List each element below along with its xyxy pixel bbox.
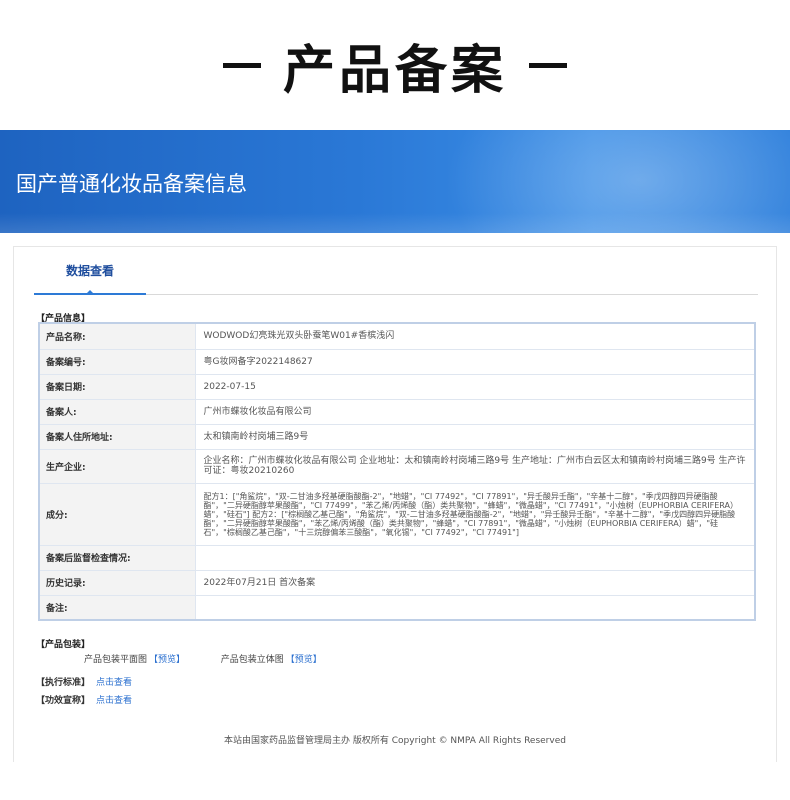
table-row: 历史记录: 2022年07月21日 首次备案	[38, 569, 756, 596]
row-value	[194, 594, 756, 621]
table-row: 备案人住所地址: 太和镇南岭村岗埔三路9号	[38, 423, 756, 450]
row-label: 备案人住所地址:	[38, 423, 196, 450]
row-value: WODWOD幻亮珠光双头卧蚕笔W01#香槟浅闪	[194, 322, 756, 350]
table-row: 生产企业: 企业名称：广州市蝶妆化妆品有限公司 企业地址：太和镇南岭村岗埔三路9…	[38, 448, 756, 484]
row-label: 备案日期:	[38, 373, 196, 400]
tab-bar: 数据查看	[34, 247, 758, 295]
row-value: 配方1：["角鲨烷"，"双-二甘油多羟基硬脂酸酯-2"，"地蜡"，"CI 774…	[194, 482, 756, 546]
header-dash-right	[529, 62, 567, 68]
table-row: 备注:	[38, 594, 756, 621]
tab-data-view[interactable]: 数据查看	[34, 247, 146, 295]
packaging-label: 【产品包装】	[36, 640, 91, 650]
row-value: 2022-07-15	[194, 373, 756, 400]
row-value: 2022年07月21日 首次备案	[194, 569, 756, 596]
table-row: 产品名称: WODWOD幻亮珠光双头卧蚕笔W01#香槟浅闪	[38, 322, 756, 350]
row-label: 备注:	[38, 594, 196, 621]
detail-panel: 数据查看 【产品信息】 产品名称: WODWOD幻亮珠光双头卧蚕笔W01#香槟浅…	[13, 246, 777, 766]
table-row: 备案后监督检查情况:	[38, 544, 756, 571]
row-label: 备案人:	[38, 398, 196, 425]
row-value: 太和镇南岭村岗埔三路9号	[194, 423, 756, 450]
table-row: 成分: 配方1：["角鲨烷"，"双-二甘油多羟基硬脂酸酯-2"，"地蜡"，"CI…	[38, 482, 756, 546]
table-row: 备案日期: 2022-07-15	[38, 373, 756, 400]
row-label: 历史记录:	[38, 569, 196, 596]
package-flat-preview-link[interactable]: 【预览】	[149, 655, 185, 665]
row-value: 企业名称：广州市蝶妆化妆品有限公司 企业地址：太和镇南岭村岗埔三路9号 生产地址…	[194, 448, 756, 484]
row-label: 产品名称:	[38, 322, 196, 350]
package-flat-label: 产品包装平面图	[84, 655, 148, 665]
packaging-row: 产品包装平面图 【预览】 产品包装立体图 【预览】	[84, 652, 324, 665]
package-solid-label: 产品包装立体图	[220, 655, 284, 665]
page-title: 产品备案	[282, 40, 507, 101]
bottom-strip	[0, 762, 790, 800]
row-value: 广州市蝶妆化妆品有限公司	[194, 398, 756, 425]
row-label: 生产企业:	[38, 448, 196, 484]
efficacy-row: 【功效宣称】 点击查看	[36, 693, 132, 706]
row-label: 成分:	[38, 482, 196, 546]
efficacy-label: 【功效宣称】	[36, 696, 91, 706]
row-label: 备案编号:	[38, 348, 196, 375]
footer-copyright: 本站由国家药品监督管理局主办 版权所有 Copyright © NMPA All…	[224, 736, 566, 746]
product-info-table: 产品名称: WODWOD幻亮珠光双头卧蚕笔W01#香槟浅闪 备案编号: 粤G妆网…	[38, 322, 756, 621]
row-value: 粤G妆网备字2022148627	[194, 348, 756, 375]
row-label: 备案后监督检查情况:	[38, 544, 196, 571]
package-solid-preview-link[interactable]: 【预览】	[286, 655, 322, 665]
efficacy-view-link[interactable]: 点击查看	[96, 696, 132, 706]
standard-view-link[interactable]: 点击查看	[96, 678, 132, 688]
standard-row: 【执行标准】 点击查看	[36, 675, 132, 688]
page-header: 产品备案	[0, 0, 790, 130]
header-dash-left	[222, 62, 261, 68]
table-row: 备案编号: 粤G妆网备字2022148627	[38, 348, 756, 375]
banner-title: 国产普通化妆品备案信息	[16, 172, 247, 196]
row-value	[194, 544, 756, 571]
banner: 国产普通化妆品备案信息	[0, 130, 790, 233]
standard-label: 【执行标准】	[36, 678, 91, 688]
table-row: 备案人: 广州市蝶妆化妆品有限公司	[38, 398, 756, 425]
